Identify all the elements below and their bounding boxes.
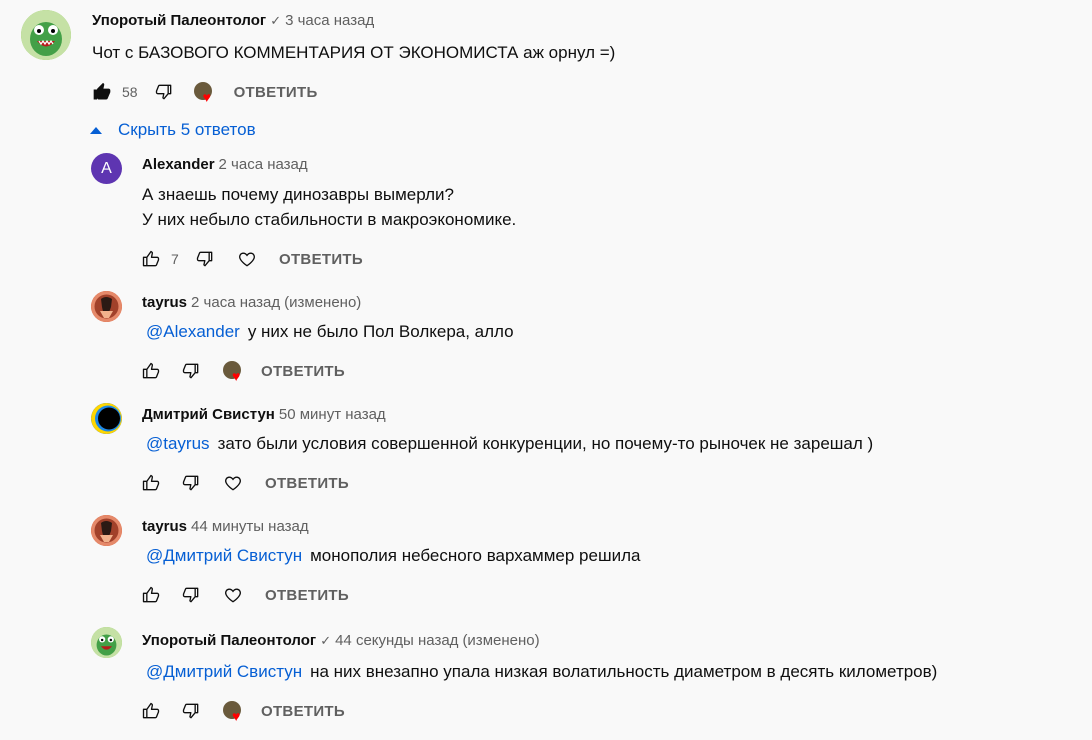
mention-link[interactable]: @Alexander [146,322,240,341]
comment-body: монополия небесного вархаммер решила [310,546,641,565]
comment-header: Дмитрий Свистун 50 минут назад [142,406,386,424]
dino-avatar-icon [91,627,122,658]
comment-header: tayrus 2 часа назад (изменено) [142,294,361,312]
creator-heart-icon: ♥ [223,701,243,724]
like-filled-icon[interactable] [90,80,114,104]
dino-avatar-icon [21,10,71,60]
verified-icon: ✓ [270,13,282,28]
author-avatar[interactable] [91,515,122,546]
comment-time[interactable]: 2 часа назад [191,294,280,311]
comment-actions: ОТВЕТИТЬ [139,471,349,495]
dislike-icon[interactable] [152,80,176,104]
author-avatar[interactable] [91,627,122,658]
comment-time[interactable]: 44 минуты назад [191,518,309,535]
author-name[interactable]: Упоротый Палеонтолог [92,12,266,29]
heart-icon: ♥ [202,89,211,105]
comment-text: @Alexander у них не было Пол Волкера, алл… [146,319,514,345]
reply-button[interactable]: ОТВЕТИТЬ [261,703,345,720]
author-avatar[interactable] [91,291,122,322]
comment-body: у них не было Пол Волкера, алло [247,322,514,341]
heart-icon: ♥ [232,708,241,724]
tayrus-avatar-icon [91,515,122,546]
dislike-icon[interactable] [193,247,217,271]
author-avatar[interactable]: A [91,153,122,184]
edited-label: (изменено) [462,632,540,649]
comment-text: @Дмитрий Свистун монополия небесного варх… [146,543,640,569]
author-name[interactable]: tayrus [142,294,187,311]
heart-icon: ♥ [232,368,241,384]
comment-time[interactable]: 2 часа назад [219,156,308,173]
circle-avatar-icon [91,403,122,434]
author-name[interactable]: Alexander [142,156,215,173]
heart-outline-icon[interactable] [221,583,245,607]
comment-header: Alexander 2 часа назад [142,156,308,174]
comment-header: Упоротый Палеонтолог ✓ 44 секунды назад (из… [142,632,540,650]
like-count: 58 [122,84,138,100]
comment-body: зато были условия совершенной конкуренци… [217,434,874,453]
mention-link[interactable]: @Дмитрий Свистун [146,546,302,565]
comment-time[interactable]: 50 минут назад [279,406,386,423]
like-icon[interactable] [139,583,163,607]
like-count: 7 [171,251,179,267]
reply-button[interactable]: ОТВЕТИТЬ [261,363,345,380]
creator-heart-icon: ♥ [193,82,214,105]
author-avatar[interactable] [21,10,71,60]
comment-text-line: У них небыло стабильности в макроэкономи… [142,210,517,229]
dislike-icon[interactable] [179,359,203,383]
mention-link[interactable]: @tayrus [146,434,210,453]
comment-header: Упоротый Палеонтолог ✓ 3 часа назад [92,12,374,30]
comment-text: Чот с БАЗОВОГО КОММЕНТАРИЯ ОТ ЭКОНОМИСТА… [92,43,616,62]
heart-outline-icon[interactable] [235,247,259,271]
comment-header: tayrus 44 минуты назад [142,518,309,536]
author-name[interactable]: Дмитрий Свистун [142,406,275,423]
reply-button[interactable]: ОТВЕТИТЬ [234,84,318,101]
comment-time[interactable]: 3 часа назад [285,12,374,29]
heart-outline-icon[interactable] [221,471,245,495]
avatar-letter: A [101,159,112,177]
comment-body: на них внезапно упала низкая волатильнос… [310,662,938,681]
like-icon[interactable] [139,247,163,271]
reply-button[interactable]: ОТВЕТИТЬ [265,475,349,492]
author-avatar[interactable] [91,403,122,434]
like-icon[interactable] [139,471,163,495]
verified-icon: ✓ [320,633,332,648]
comment-actions: ♥ ОТВЕТИТЬ [139,359,345,383]
author-name[interactable]: tayrus [142,518,187,535]
mention-link[interactable]: @Дмитрий Свистун [146,662,302,681]
hide-replies-button[interactable]: Скрыть 5 ответов [88,120,256,140]
comment-actions: ♥ ОТВЕТИТЬ [139,699,345,723]
dislike-icon[interactable] [179,583,203,607]
creator-heart-icon: ♥ [223,361,243,384]
comment-text: @Дмитрий Свистун на них внезапно упала ни… [146,659,937,685]
edited-label: (изменено) [284,294,362,311]
like-icon[interactable] [139,699,163,723]
comment-actions: 58 ♥ ОТВЕТИТЬ [90,80,318,104]
comment-text-line: А знаешь почему динозавры вымерли? [142,185,454,204]
reply-button[interactable]: ОТВЕТИТЬ [265,587,349,604]
comment-time[interactable]: 44 секунды назад [335,632,458,649]
caret-up-icon [90,126,102,134]
comment-text: @tayrus зато были условия совершенной кон… [146,431,873,457]
dislike-icon[interactable] [179,471,203,495]
author-name[interactable]: Упоротый Палеонтолог [142,632,316,649]
comment-actions: 7 ОТВЕТИТЬ [139,247,363,271]
like-icon[interactable] [139,359,163,383]
comment-actions: ОТВЕТИТЬ [139,583,349,607]
dislike-icon[interactable] [179,699,203,723]
hide-replies-label: Скрыть 5 ответов [118,120,256,139]
tayrus-avatar-icon [91,291,122,322]
reply-button[interactable]: ОТВЕТИТЬ [279,251,363,268]
